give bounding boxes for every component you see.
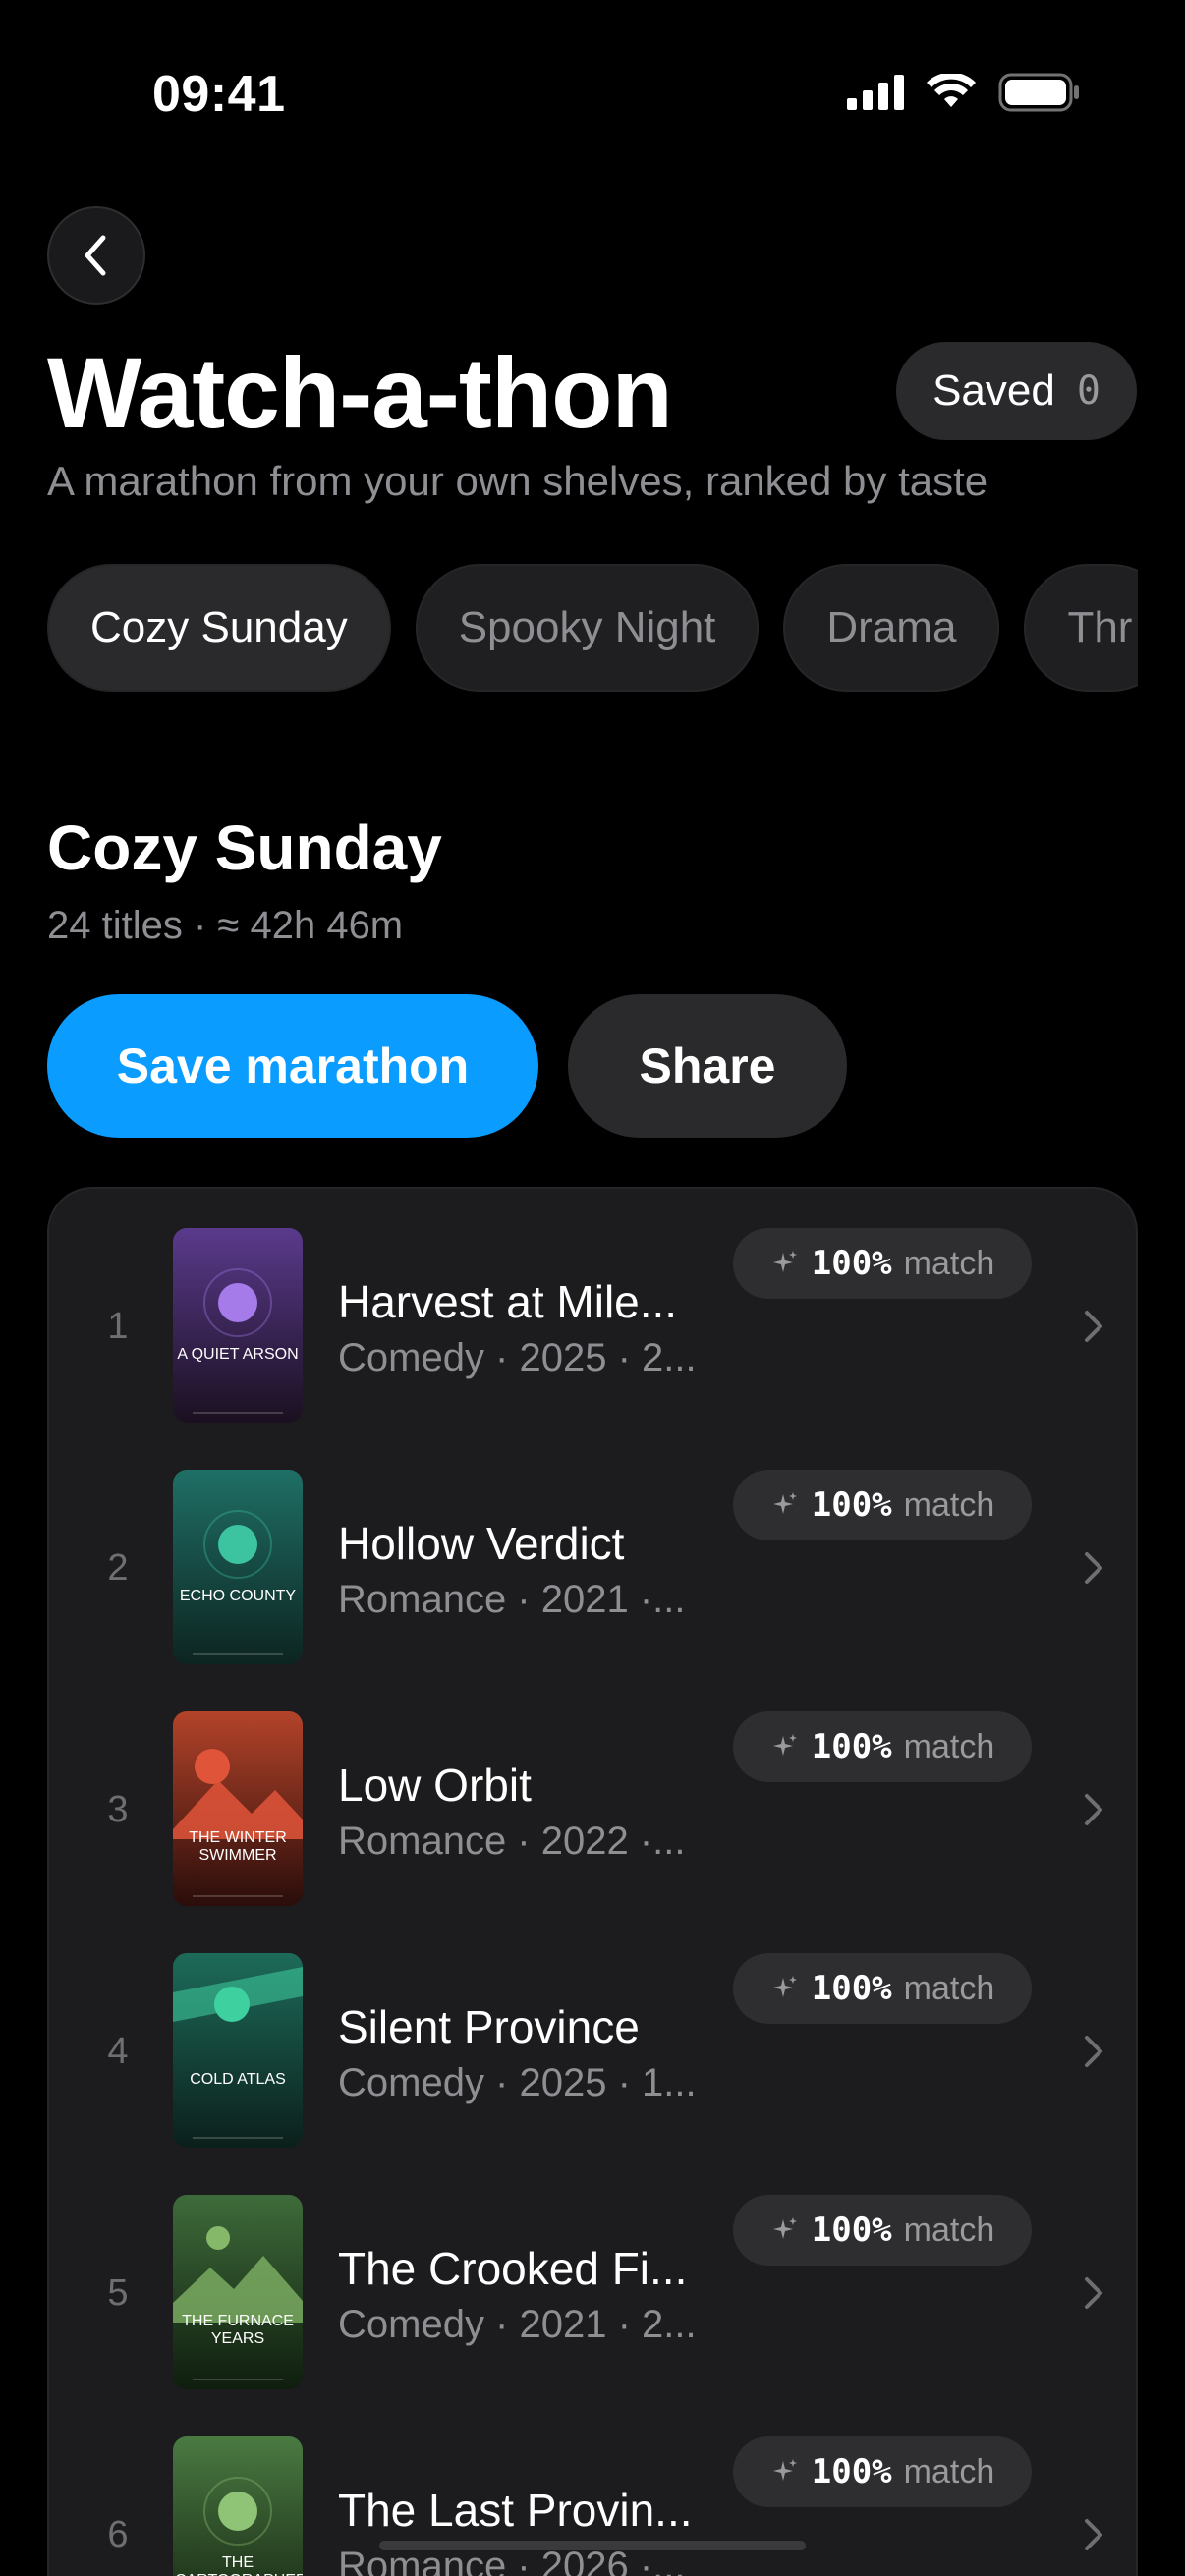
item-title: The Crooked Fi... bbox=[338, 2243, 688, 2294]
sparkle-icon bbox=[772, 1734, 797, 1756]
match-percent: 100% bbox=[811, 2211, 892, 2250]
item-title: Harvest at Mile... bbox=[338, 1276, 678, 1327]
item-title: Low Orbit bbox=[338, 1760, 532, 1811]
chip-cozy-sunday[interactable]: Cozy Sunday bbox=[47, 564, 391, 692]
rank-number: 5 bbox=[107, 2271, 129, 2314]
match-label: match bbox=[903, 2452, 995, 2491]
match-label: match bbox=[903, 1969, 995, 2007]
match-badge: 100% match bbox=[733, 2436, 1032, 2507]
chevron-left-icon bbox=[85, 235, 106, 276]
item-meta: Comedy · 2025 · 1... bbox=[338, 2061, 697, 2104]
match-percent: 100% bbox=[811, 1485, 892, 1525]
match-percent: 100% bbox=[811, 1969, 892, 2008]
poster-image: THE CARTOGRAPHER'S bbox=[173, 2436, 303, 2576]
item-meta: Romance · 2021 ·... bbox=[338, 1578, 686, 1621]
list-item[interactable]: 5 THE FURNACE YEARS The Crooked Fi... Come… bbox=[49, 2195, 1136, 2436]
match-percent: 100% bbox=[811, 1244, 892, 1283]
battery-icon bbox=[998, 73, 1079, 112]
match-badge: 100% match bbox=[733, 1228, 1032, 1299]
poster-image: COLD ATLAS bbox=[173, 1953, 303, 2148]
status-icons bbox=[847, 73, 1081, 112]
poster-image: THE WINTER SWIMMER bbox=[173, 1711, 303, 1906]
poster-title: ECHO COUNTY bbox=[179, 1588, 297, 1604]
poster-image: ECHO COUNTY bbox=[173, 1470, 303, 1664]
wifi-icon bbox=[927, 74, 976, 107]
item-title: Silent Province bbox=[338, 2001, 640, 2052]
poster-image: A QUIET ARSON bbox=[173, 1228, 303, 1423]
chip-thriller[interactable]: Thr bbox=[1024, 564, 1138, 692]
section-title: Cozy Sunday bbox=[47, 812, 442, 883]
marathon-list: 1 A QUIET ARSON Harvest at Mile... Comedy … bbox=[47, 1187, 1138, 2576]
chevron-right-icon[interactable] bbox=[1073, 2511, 1112, 2558]
home-indicator bbox=[379, 2541, 806, 2550]
list-item[interactable]: 6 THE CARTOGRAPHER'SThe Last Provin...Ro… bbox=[49, 2436, 1136, 2576]
rank-number: 1 bbox=[107, 1305, 129, 1347]
rank-number: 2 bbox=[107, 1546, 129, 1589]
cellular-signal-icon bbox=[847, 75, 904, 110]
poster-title: THE WINTER SWIMMER bbox=[189, 1829, 287, 1864]
match-label: match bbox=[903, 2211, 995, 2249]
rank-number: 6 bbox=[107, 2513, 129, 2555]
mood-chips: Cozy Sunday Spooky Night Drama Thr bbox=[47, 564, 1138, 692]
chevron-right-icon[interactable] bbox=[1073, 1303, 1112, 1350]
item-meta: Romance · 2022 ·... bbox=[338, 1820, 686, 1863]
match-label: match bbox=[903, 1244, 995, 1282]
list-item[interactable]: 3 THE WINTER SWIMMER Low Orbit Romance · 2… bbox=[49, 1711, 1136, 1953]
poster-title: THE FURNACE YEARS bbox=[182, 2313, 294, 2347]
match-badge: 100% match bbox=[733, 1711, 1032, 1782]
match-badge: 100% match bbox=[733, 1470, 1032, 1540]
save-marathon-button[interactable]: Save marathon bbox=[47, 994, 538, 1138]
list-item[interactable]: 2 ECHO COUNTY Hollow Verdict Romance · 202… bbox=[49, 1470, 1136, 1711]
poster-title: A QUIET ARSON bbox=[177, 1346, 299, 1363]
list-item[interactable]: 1 A QUIET ARSON Harvest at Mile... Comedy … bbox=[49, 1228, 1136, 1470]
item-meta: Comedy · 2025 · 2... bbox=[338, 1336, 697, 1379]
status-time: 09:41 bbox=[152, 66, 286, 123]
rank-number: 3 bbox=[107, 1788, 129, 1830]
match-percent: 100% bbox=[811, 1727, 892, 1766]
item-title: The Last Provin... bbox=[338, 2485, 693, 2536]
list-item[interactable]: 4 COLD ATLAS Silent Province Comedy · 2025… bbox=[49, 1953, 1136, 2195]
chevron-right-icon[interactable] bbox=[1073, 1786, 1112, 1833]
item-meta: Comedy · 2021 · 2... bbox=[338, 2303, 697, 2346]
item-title: Hollow Verdict bbox=[338, 1518, 625, 1569]
poster-title: COLD ATLAS bbox=[190, 2071, 286, 2088]
section-meta: 24 titles · ≈ 42h 46m bbox=[47, 904, 404, 947]
saved-button[interactable]: Saved 0 bbox=[896, 342, 1137, 440]
chip-drama[interactable]: Drama bbox=[783, 564, 1000, 692]
chip-spooky-night[interactable]: Spooky Night bbox=[415, 564, 760, 692]
chevron-right-icon[interactable] bbox=[1073, 2269, 1112, 2317]
match-badge: 100% match bbox=[733, 2195, 1032, 2266]
saved-label: Saved bbox=[932, 366, 1055, 415]
page-subtitle: A marathon from your own shelves, ranked… bbox=[47, 458, 988, 504]
saved-count: 0 bbox=[1076, 368, 1100, 414]
sparkle-icon bbox=[772, 1492, 797, 1514]
sparkle-icon bbox=[772, 1976, 797, 1997]
back-button[interactable] bbox=[47, 206, 145, 305]
match-label: match bbox=[903, 1727, 995, 1765]
chevron-right-icon[interactable] bbox=[1073, 2028, 1112, 2075]
sparkle-icon bbox=[772, 2459, 797, 2481]
chevron-right-icon[interactable] bbox=[1073, 1544, 1112, 1592]
match-badge: 100% match bbox=[733, 1953, 1032, 2024]
poster-title: THE CARTOGRAPHER'S bbox=[175, 2554, 303, 2576]
page-title: Watch-a-thon bbox=[47, 337, 673, 449]
sparkle-icon bbox=[772, 1251, 797, 1272]
poster-image: THE FURNACE YEARS bbox=[173, 2195, 303, 2389]
match-label: match bbox=[903, 1485, 995, 1524]
status-bar: 09:41 bbox=[0, 0, 1185, 196]
sparkle-icon bbox=[772, 2217, 797, 2239]
share-button[interactable]: Share bbox=[568, 994, 847, 1138]
match-percent: 100% bbox=[811, 2452, 892, 2492]
rank-number: 4 bbox=[107, 2030, 129, 2072]
